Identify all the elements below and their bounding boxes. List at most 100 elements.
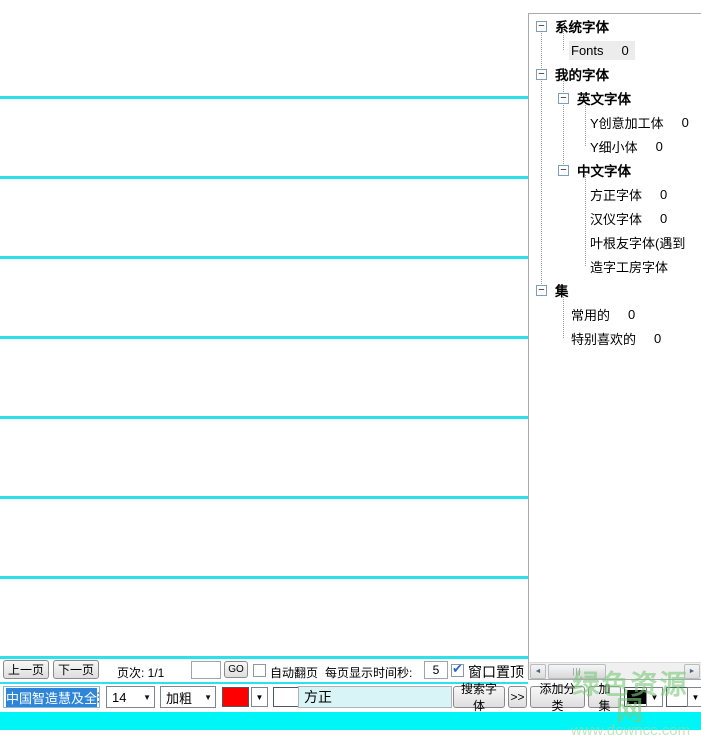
- stay-on-top-checkbox[interactable]: ✔: [451, 664, 464, 677]
- tree-node-count: 0: [628, 307, 635, 322]
- tree-node-body[interactable]: 造字工房字体: [588, 255, 674, 278]
- font-weight-select[interactable]: 加粗 ▼: [160, 686, 216, 708]
- scroll-left-icon[interactable]: ◄: [530, 664, 546, 679]
- text-color-dropdown-icon[interactable]: ▼: [251, 687, 268, 707]
- tree-node-label: 英文字体: [577, 88, 631, 108]
- tree-node-label: Fonts: [571, 43, 604, 58]
- tree-node[interactable]: 特别喜欢的 0: [529, 326, 701, 350]
- preview-guide-line: [0, 176, 528, 179]
- prev-page-button[interactable]: 上一页: [3, 660, 49, 679]
- sample-text-input[interactable]: 中国智造慧及全球: [3, 686, 100, 708]
- tree-node-label: 系统字体: [555, 16, 609, 36]
- pager-toolbar: 上一页 下一页 页次: 1/1 GO 自动翻页 每页显示时间秒: ✔ 窗口置顶: [0, 660, 528, 682]
- font-name-input[interactable]: [298, 686, 452, 708]
- more-button[interactable]: >>: [508, 686, 527, 708]
- collapse-toggle-icon[interactable]: −: [558, 93, 569, 104]
- unselected-text: 球: [97, 688, 100, 707]
- collapse-toggle-icon[interactable]: −: [558, 165, 569, 176]
- tree-node[interactable]: Fonts0: [529, 38, 701, 62]
- format-toolbar: 中国智造慧及全球 14 ▼ 加粗 ▼ ▼ ▼ 搜索字体 >> 添加分类 加集 ▼ ▼: [0, 685, 701, 712]
- tree-node-label: Y细小体: [590, 137, 638, 156]
- tree-node-body[interactable]: 中文字体: [575, 158, 637, 182]
- chevron-down-icon: ▼: [143, 693, 151, 702]
- font-size-select[interactable]: 14 ▼: [106, 686, 155, 708]
- tree-node-body-selected[interactable]: Fonts0: [569, 41, 635, 60]
- tree-node[interactable]: Y细小体 0: [529, 134, 701, 158]
- tree-node-body[interactable]: 特别喜欢的 0: [569, 327, 667, 350]
- tree-horizontal-scrollbar[interactable]: ◄ ||| ►: [529, 662, 701, 679]
- tree-node[interactable]: 方正字体 0: [529, 182, 701, 206]
- tree-node[interactable]: −集: [529, 278, 701, 302]
- collapse-toggle-icon[interactable]: −: [536, 69, 547, 80]
- tree-node-label: 造字工房字体: [590, 257, 668, 276]
- tree-node-body[interactable]: 系统字体: [553, 14, 615, 38]
- chevron-down-icon: ▼: [204, 693, 212, 702]
- go-button[interactable]: GO: [224, 661, 248, 678]
- tree-node-label: 中文字体: [577, 160, 631, 180]
- tree-node-body[interactable]: Y创意加工体 0: [588, 111, 695, 134]
- add-collection-button[interactable]: 加集: [588, 686, 621, 708]
- scroll-right-icon[interactable]: ►: [684, 664, 700, 679]
- bottom-accent-bar: [0, 712, 701, 730]
- tree-node[interactable]: 造字工房字体: [529, 254, 701, 278]
- font-size-value: 14: [112, 690, 126, 705]
- preview-guide-line: [0, 96, 528, 99]
- tree-node-body[interactable]: 方正字体 0: [588, 183, 673, 206]
- preview-guide-line: [0, 496, 528, 499]
- tree-node-body[interactable]: Y细小体 0: [588, 135, 669, 158]
- next-page-button[interactable]: 下一页: [53, 660, 99, 679]
- tree-node-count: 0: [660, 187, 667, 202]
- tree-node-count: 0: [656, 139, 663, 154]
- preview-guide-line: [0, 336, 528, 339]
- text-color-swatch[interactable]: [222, 687, 249, 707]
- tree-node-label: 叶根友字体(遇到: [590, 233, 685, 252]
- tree-node-body[interactable]: 英文字体: [575, 86, 637, 110]
- font-preview-area: [0, 0, 528, 656]
- highlight-color-swatch[interactable]: [273, 687, 300, 707]
- font-weight-value: 加粗: [166, 688, 192, 707]
- tree-node-body[interactable]: 集: [553, 278, 575, 302]
- bg2-color-dropdown-icon[interactable]: ▼: [687, 687, 701, 707]
- fg2-color-dropdown-icon[interactable]: ▼: [646, 687, 663, 707]
- tree-node[interactable]: −英文字体: [529, 86, 701, 110]
- page-status-label: 页次: 1/1: [117, 664, 164, 681]
- tree-node-body[interactable]: 叶根友字体(遇到: [588, 231, 691, 254]
- tree-node-label: 我的字体: [555, 64, 609, 84]
- selected-text: 中国智造慧及全: [6, 688, 97, 707]
- search-font-button[interactable]: 搜索字体: [453, 686, 505, 708]
- tree-node[interactable]: 汉仪字体0: [529, 206, 701, 230]
- tree-node[interactable]: −我的字体: [529, 62, 701, 86]
- auto-flip-checkbox[interactable]: [253, 664, 266, 677]
- collapse-toggle-icon[interactable]: −: [536, 21, 547, 32]
- tree-node-label: 方正字体: [590, 185, 642, 204]
- tree-node-count: 0: [654, 331, 661, 346]
- tree-node-body[interactable]: 常用的 0: [569, 303, 641, 326]
- interval-input[interactable]: [424, 661, 448, 679]
- add-category-button[interactable]: 添加分类: [530, 686, 585, 708]
- tree-node-count: 0: [682, 115, 689, 130]
- scrollbar-thumb[interactable]: |||: [548, 664, 606, 679]
- tree-node-label: 集: [555, 280, 569, 300]
- collapse-toggle-icon[interactable]: −: [536, 285, 547, 296]
- tree-node-body[interactable]: 我的字体: [553, 62, 615, 86]
- tree-node[interactable]: 常用的 0: [529, 302, 701, 326]
- font-category-tree-panel: −系统字体Fonts0−我的字体−英文字体Y创意加工体0Y细小体0−中文字体方正…: [528, 13, 701, 680]
- preview-guide-line: [0, 576, 528, 579]
- preview-guide-line: [0, 256, 528, 259]
- tree-node-label: 常用的: [571, 305, 610, 324]
- separator-line: [0, 682, 528, 684]
- preview-guide-line: [0, 416, 528, 419]
- tree-node-label: 特别喜欢的: [571, 329, 636, 348]
- tree-node-label: Y创意加工体: [590, 113, 664, 132]
- tree-node[interactable]: 叶根友字体(遇到: [529, 230, 701, 254]
- tree-node[interactable]: −中文字体: [529, 158, 701, 182]
- tree-rows-container: −系统字体Fonts0−我的字体−英文字体Y创意加工体0Y细小体0−中文字体方正…: [529, 14, 701, 661]
- page-number-input[interactable]: [191, 661, 221, 679]
- separator-line: [0, 656, 528, 659]
- tree-node[interactable]: Y创意加工体 0: [529, 110, 701, 134]
- tree-node[interactable]: −系统字体: [529, 14, 701, 38]
- auto-flip-label: 自动翻页: [270, 664, 318, 681]
- tree-node-label: 汉仪字体: [590, 209, 642, 228]
- tree-node-body[interactable]: 汉仪字体0: [588, 207, 673, 230]
- interval-label: 每页显示时间秒:: [325, 664, 412, 681]
